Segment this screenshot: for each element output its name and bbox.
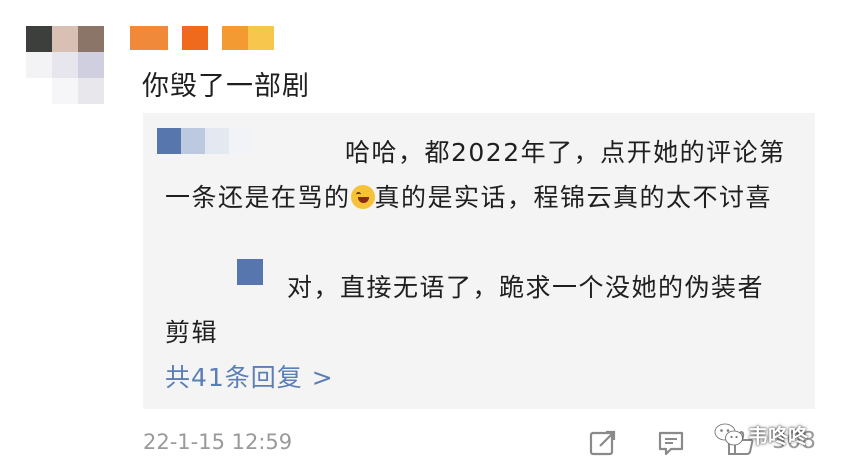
avatar[interactable] (26, 26, 106, 106)
comment-text: 你毁了一部剧 (142, 71, 310, 102)
reply-text-part2: 真的是实话，程锦云真的太不讨喜 (374, 183, 773, 212)
reply-text: 哈哈，都2022年了，点开她的评论第一条还是在骂的 真的是实话，程锦云真的太不讨喜 (165, 130, 790, 220)
reply-box: 哈哈，都2022年了，点开她的评论第一条还是在骂的 真的是实话，程锦云真的太不讨喜… (143, 113, 815, 409)
username[interactable] (130, 26, 288, 50)
reply-text-2: 对，直接无语了，跪求一个没她的伪装者剪辑 (165, 273, 765, 347)
watermark-label: 韦咚咚 (748, 424, 808, 448)
share-icon[interactable] (588, 428, 618, 458)
laughing-tears-emoji-icon (350, 185, 375, 209)
view-all-replies-link[interactable]: 共41条回复 > (165, 358, 334, 394)
watermark: 韦咚咚 (714, 420, 808, 449)
wechat-icon (714, 423, 743, 445)
timestamp: 22-1-15 12:59 (143, 430, 293, 454)
comment-icon[interactable] (656, 428, 686, 458)
